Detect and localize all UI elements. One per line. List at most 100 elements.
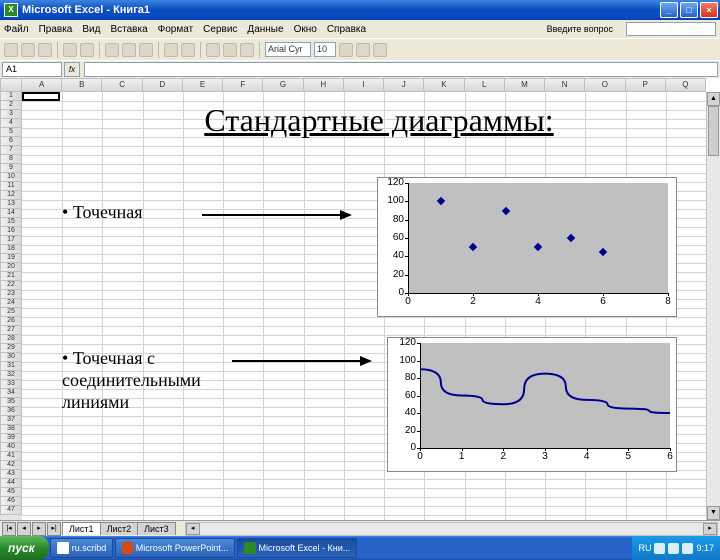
scroll-right-button[interactable]: ▸ xyxy=(703,523,717,535)
row-header[interactable]: 37 xyxy=(0,416,22,425)
sheet-tab-1[interactable]: Лист1 xyxy=(62,522,101,535)
menu-file[interactable]: Файл xyxy=(4,24,29,35)
row-header[interactable]: 24 xyxy=(0,299,22,308)
sheet-tab-3[interactable]: Лист3 xyxy=(137,522,176,535)
column-header[interactable]: Q xyxy=(666,78,706,92)
row-header[interactable]: 29 xyxy=(0,344,22,353)
save-button[interactable] xyxy=(38,43,52,57)
column-header[interactable]: A xyxy=(22,78,62,92)
row-header[interactable]: 1 xyxy=(0,92,22,101)
row-header[interactable]: 5 xyxy=(0,128,22,137)
menu-format[interactable]: Формат xyxy=(158,24,194,35)
fx-button[interactable]: fx xyxy=(64,62,80,77)
column-header[interactable]: B xyxy=(62,78,102,92)
row-header[interactable]: 43 xyxy=(0,470,22,479)
row-header[interactable]: 19 xyxy=(0,254,22,263)
minimize-button[interactable]: _ xyxy=(660,2,678,18)
column-header[interactable]: C xyxy=(102,78,142,92)
row-header[interactable]: 32 xyxy=(0,371,22,380)
new-button[interactable] xyxy=(4,43,18,57)
horizontal-scrollbar[interactable]: ◂ ▸ xyxy=(185,522,718,536)
menu-edit[interactable]: Правка xyxy=(39,24,73,35)
italic-button[interactable] xyxy=(356,43,370,57)
sort-desc-button[interactable] xyxy=(223,43,237,57)
tray-icon[interactable] xyxy=(668,543,679,554)
column-header[interactable]: M xyxy=(505,78,545,92)
column-header[interactable]: H xyxy=(304,78,344,92)
row-header[interactable]: 41 xyxy=(0,452,22,461)
row-header[interactable]: 4 xyxy=(0,119,22,128)
row-header[interactable]: 23 xyxy=(0,290,22,299)
menu-view[interactable]: Вид xyxy=(82,24,100,35)
chart-button[interactable] xyxy=(240,43,254,57)
lang-indicator[interactable]: RU xyxy=(638,543,651,553)
tab-nav-last[interactable]: ▸| xyxy=(47,522,61,536)
select-all-corner[interactable] xyxy=(0,78,22,92)
chart-scatter[interactable]: 02040608010012002468 xyxy=(377,177,677,317)
close-button[interactable]: × xyxy=(700,2,718,18)
row-header[interactable]: 27 xyxy=(0,326,22,335)
sort-asc-button[interactable] xyxy=(206,43,220,57)
row-header[interactable]: 17 xyxy=(0,236,22,245)
cut-button[interactable] xyxy=(105,43,119,57)
font-size-combo[interactable]: 10 xyxy=(314,42,336,57)
copy-button[interactable] xyxy=(122,43,136,57)
row-header[interactable]: 36 xyxy=(0,407,22,416)
taskbar-item-powerpoint[interactable]: Microsoft PowerPoint... xyxy=(115,538,235,558)
menu-data[interactable]: Данные xyxy=(247,24,283,35)
clock[interactable]: 9:17 xyxy=(696,543,714,553)
taskbar-item-excel[interactable]: Microsoft Excel - Кни... xyxy=(237,538,357,558)
tab-nav-prev[interactable]: ◂ xyxy=(17,522,31,536)
sheet-tab-2[interactable]: Лист2 xyxy=(100,522,139,535)
row-header[interactable]: 15 xyxy=(0,218,22,227)
maximize-button[interactable]: □ xyxy=(680,2,698,18)
row-header[interactable]: 30 xyxy=(0,353,22,362)
column-header[interactable]: L xyxy=(465,78,505,92)
row-header[interactable]: 39 xyxy=(0,434,22,443)
row-header[interactable]: 28 xyxy=(0,335,22,344)
row-header[interactable]: 9 xyxy=(0,164,22,173)
column-header[interactable]: I xyxy=(344,78,384,92)
column-header[interactable]: G xyxy=(263,78,303,92)
row-header[interactable]: 10 xyxy=(0,173,22,182)
undo-button[interactable] xyxy=(164,43,178,57)
column-header[interactable]: J xyxy=(384,78,424,92)
redo-button[interactable] xyxy=(181,43,195,57)
column-header[interactable]: E xyxy=(183,78,223,92)
row-header[interactable]: 22 xyxy=(0,281,22,290)
row-header[interactable]: 8 xyxy=(0,155,22,164)
scroll-up-button[interactable]: ▲ xyxy=(707,92,720,106)
tray-icon[interactable] xyxy=(654,543,665,554)
row-header[interactable]: 6 xyxy=(0,137,22,146)
row-header[interactable]: 44 xyxy=(0,479,22,488)
row-header[interactable]: 45 xyxy=(0,488,22,497)
menu-help[interactable]: Справка xyxy=(327,24,366,35)
column-header[interactable]: P xyxy=(626,78,666,92)
chart-line[interactable]: 0204060801001200123456 xyxy=(387,337,677,472)
column-header[interactable]: D xyxy=(143,78,183,92)
row-header[interactable]: 13 xyxy=(0,200,22,209)
tray-icon[interactable] xyxy=(682,543,693,554)
row-header[interactable]: 16 xyxy=(0,227,22,236)
row-header[interactable]: 12 xyxy=(0,191,22,200)
preview-button[interactable] xyxy=(80,43,94,57)
column-header[interactable]: O xyxy=(585,78,625,92)
row-header[interactable]: 26 xyxy=(0,317,22,326)
row-header[interactable]: 42 xyxy=(0,461,22,470)
column-header[interactable]: F xyxy=(223,78,263,92)
menu-tools[interactable]: Сервис xyxy=(203,24,237,35)
menu-window[interactable]: Окно xyxy=(294,24,317,35)
row-header[interactable]: 47 xyxy=(0,506,22,515)
paste-button[interactable] xyxy=(139,43,153,57)
open-button[interactable] xyxy=(21,43,35,57)
row-header[interactable]: 18 xyxy=(0,245,22,254)
menu-insert[interactable]: Вставка xyxy=(110,24,147,35)
formula-input[interactable] xyxy=(84,62,718,77)
underline-button[interactable] xyxy=(373,43,387,57)
row-header[interactable]: 14 xyxy=(0,209,22,218)
print-button[interactable] xyxy=(63,43,77,57)
column-header[interactable]: K xyxy=(424,78,464,92)
row-header[interactable]: 35 xyxy=(0,398,22,407)
ask-question-box[interactable]: Введите вопрос xyxy=(547,22,716,36)
row-header[interactable]: 40 xyxy=(0,443,22,452)
